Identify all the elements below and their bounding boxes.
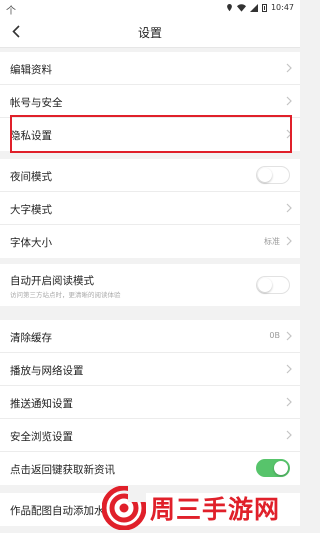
row-label: 作品配图自动添加水 — [10, 505, 105, 517]
chevron-right-icon — [286, 331, 292, 341]
row-font-size[interactable]: 字体大小 标准 — [0, 225, 300, 258]
row-large-text-mode[interactable]: 大字模式 — [0, 192, 300, 225]
row-push-notify[interactable]: 推送通知设置 — [0, 386, 300, 419]
row-label: 字体大小 — [10, 237, 52, 249]
page-title: 设置 — [137, 26, 162, 40]
toggle-knob — [258, 278, 272, 292]
highlight-box — [10, 115, 292, 153]
night-mode-toggle[interactable] — [256, 166, 290, 184]
toggle-knob — [274, 461, 288, 475]
row-label: 清除缓存 — [10, 332, 52, 344]
row-sublabel: 访问第三方站点时，更清晰的阅读体验 — [10, 291, 121, 299]
font-size-value: 标准 — [264, 237, 280, 246]
row-label: 推送通知设置 — [10, 398, 73, 410]
status-time: 10:47 — [270, 3, 294, 12]
chevron-right-icon — [286, 364, 292, 374]
status-bar-left-glyph: 个 — [6, 6, 16, 17]
settings-group-general: 清除缓存 0B 播放与网络设置 推送通知设置 安全浏览设置 点击返回键获取新资讯 — [0, 320, 300, 485]
back-button[interactable] — [6, 20, 26, 42]
auto-reader-toggle[interactable] — [256, 276, 290, 294]
toggle-knob — [258, 168, 272, 182]
chevron-right-icon — [286, 430, 292, 440]
watermark-text: 周三手游网 — [150, 495, 281, 524]
row-edit-profile[interactable]: 编辑资料 — [0, 52, 300, 85]
site-watermark: 周三手游网 — [102, 484, 300, 532]
row-account-security[interactable]: 帐号与安全 — [0, 85, 300, 118]
row-clear-cache[interactable]: 清除缓存 0B — [0, 320, 300, 353]
signal-icon — [249, 3, 258, 12]
chevron-left-icon — [12, 24, 20, 38]
row-label: 点击返回键获取新资讯 — [10, 464, 115, 476]
row-label: 播放与网络设置 — [10, 365, 84, 377]
chevron-right-icon — [286, 63, 292, 73]
battery-icon — [261, 3, 267, 12]
row-label: 自动开启阅读模式 — [10, 275, 94, 287]
cache-size-value: 0B — [269, 331, 280, 340]
row-playback-network[interactable]: 播放与网络设置 — [0, 353, 300, 386]
row-label: 大字模式 — [10, 204, 52, 216]
row-label: 夜间模式 — [10, 171, 52, 183]
status-icons: 10:47 — [226, 3, 294, 12]
row-label: 帐号与安全 — [10, 97, 63, 109]
status-bar: 个 10:47 — [0, 0, 300, 17]
chevron-right-icon — [286, 236, 292, 246]
chevron-right-icon — [286, 96, 292, 106]
settings-group-reader: 自动开启阅读模式 访问第三方站点时，更清晰的阅读体验 — [0, 264, 300, 306]
back-refresh-toggle[interactable] — [256, 459, 290, 477]
row-night-mode: 夜间模式 — [0, 159, 300, 192]
wifi-icon — [236, 3, 246, 12]
chevron-right-icon — [286, 397, 292, 407]
settings-group-display: 夜间模式 大字模式 字体大小 标准 — [0, 159, 300, 258]
location-icon — [227, 3, 232, 11]
row-label: 安全浏览设置 — [10, 431, 73, 443]
spiral-logo-icon — [102, 486, 146, 530]
chevron-right-icon — [286, 203, 292, 213]
row-safe-browse[interactable]: 安全浏览设置 — [0, 419, 300, 452]
row-back-refresh: 点击返回键获取新资讯 — [0, 452, 300, 485]
row-auto-reader-mode: 自动开启阅读模式 访问第三方站点时，更清晰的阅读体验 — [0, 264, 300, 306]
row-label: 编辑资料 — [10, 64, 52, 76]
app-header: 设置 — [0, 16, 300, 48]
